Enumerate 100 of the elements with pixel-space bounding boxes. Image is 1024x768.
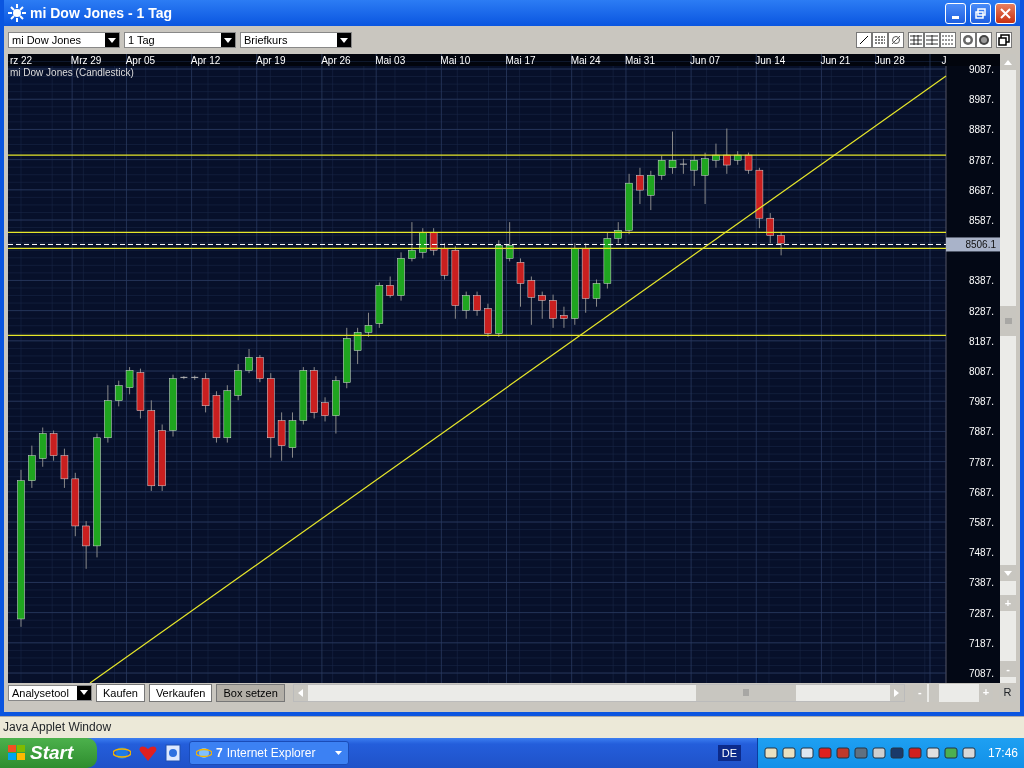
candle: [277, 411, 286, 462]
box-button[interactable]: Box setzen: [216, 683, 285, 702]
tray-icon[interactable]: [889, 746, 904, 760]
candle: [38, 427, 47, 468]
candle: [657, 155, 666, 181]
candle: [49, 430, 58, 462]
candle: [690, 155, 698, 187]
restore-icon: [975, 7, 986, 19]
date-label: Jun 28: [874, 55, 905, 66]
candle: [429, 227, 438, 256]
tray-icon[interactable]: [817, 746, 832, 760]
sun-icon: [8, 4, 26, 22]
candle: [712, 143, 720, 169]
candle: [223, 384, 232, 444]
tray-icon[interactable]: [853, 746, 868, 760]
candle: [71, 472, 80, 537]
candle: [288, 411, 297, 459]
candle: [679, 158, 688, 175]
date-label: Jun 07: [690, 55, 721, 66]
tray-icon[interactable]: [763, 746, 778, 760]
date-label: Jun 14: [755, 55, 786, 66]
date-label: Jun 21: [820, 55, 851, 66]
candle: [321, 396, 329, 422]
page-icon[interactable]: [165, 744, 181, 762]
language-indicator[interactable]: DE: [717, 744, 741, 762]
candle: [190, 375, 199, 381]
price-type-dropdown[interactable]: Briefkurs: [240, 32, 352, 48]
symbol-dropdown[interactable]: mi Dow Jones: [8, 32, 120, 48]
price-tick-label: 7387.: [968, 577, 994, 589]
caret-icon: [77, 685, 91, 700]
support-line[interactable]: [8, 231, 947, 233]
tray-icon[interactable]: [799, 746, 814, 760]
candle: [419, 227, 427, 259]
candle: [179, 375, 188, 380]
date-label: J: [941, 55, 947, 66]
candle: [473, 291, 481, 317]
grid-icon[interactable]: [924, 32, 940, 48]
taskbar-button[interactable]: 7 Internet Explorer: [189, 741, 349, 765]
date-label: Mai 24: [570, 55, 601, 66]
candle: [115, 380, 123, 407]
line-tool-icon[interactable]: [856, 32, 872, 48]
grid-icon[interactable]: [940, 32, 956, 48]
candle: [766, 212, 774, 244]
tray-icon[interactable]: [943, 746, 958, 760]
candle: [201, 372, 210, 413]
date-label: Mai 10: [440, 55, 471, 66]
candle: [332, 375, 340, 435]
candle: [733, 150, 742, 166]
horizontal-scrollbar[interactable]: [292, 683, 905, 702]
price-tick-label: 7487.: [968, 547, 994, 559]
price-tick-label: 8387.: [968, 275, 994, 287]
sell-button[interactable]: Verkaufen: [148, 683, 213, 702]
candle: [169, 374, 177, 438]
candle: [538, 291, 546, 320]
price-tick-label: 7887.: [968, 426, 994, 438]
tool-dropdown[interactable]: Analysetool: [8, 684, 92, 701]
candle: [256, 354, 264, 383]
up-arrow-icon: [1004, 59, 1012, 65]
date-label: Apr 12: [190, 55, 221, 66]
minimize-button[interactable]: [945, 2, 966, 24]
tray-icon[interactable]: [871, 746, 886, 760]
price-tick-label: 7687.: [968, 486, 994, 498]
scroll-thumb[interactable]: [695, 684, 796, 701]
status-text: Java Applet Window: [3, 720, 112, 734]
candle: [484, 303, 492, 338]
price-tick-label: 8887.: [968, 124, 994, 136]
price-tick-label: 8987.: [968, 94, 994, 106]
support-line[interactable]: [8, 247, 947, 249]
price-tick-label: 8287.: [968, 305, 994, 317]
candle: [777, 231, 785, 256]
restore-button[interactable]: [970, 2, 991, 24]
support-line[interactable]: [8, 334, 947, 336]
circle-icon[interactable]: [976, 32, 992, 48]
window-icon[interactable]: [996, 32, 1012, 48]
candle: [104, 384, 112, 444]
tray-icon[interactable]: [835, 746, 850, 760]
tray-icon[interactable]: [907, 746, 922, 760]
price-tick-label: 8587.: [968, 215, 994, 226]
date-label: Mai 03: [375, 55, 406, 66]
browser-icon[interactable]: [113, 744, 131, 762]
candle: [549, 294, 557, 329]
candle: [592, 279, 601, 308]
date-label: Apr 19: [256, 55, 286, 66]
candle: [299, 366, 308, 425]
buy-button[interactable]: Kaufen: [96, 683, 145, 702]
candle: [723, 128, 731, 175]
tray-icon[interactable]: [781, 746, 796, 760]
scroll-thumb[interactable]: [1000, 306, 1016, 336]
close-button[interactable]: [995, 2, 1016, 24]
tray-icon[interactable]: [925, 746, 940, 760]
right-arrow-icon: [894, 688, 900, 697]
price-tick-label: 7087.: [968, 668, 994, 680]
candle: [744, 152, 753, 175]
circle-slash-icon[interactable]: [888, 32, 904, 48]
date-label: Mai 31: [624, 55, 655, 66]
period-dropdown[interactable]: 1 Tag: [124, 32, 236, 48]
candle: [408, 221, 416, 262]
tray-icon[interactable]: [961, 746, 976, 760]
circle-icon[interactable]: [960, 32, 976, 48]
grid-icon[interactable]: [908, 32, 924, 48]
